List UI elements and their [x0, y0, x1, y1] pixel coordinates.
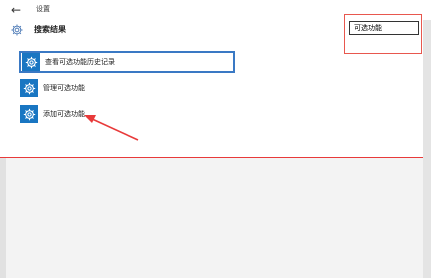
result-item-label: 查看可选功能历史记录 [45, 58, 115, 66]
annotation-arrow-icon [84, 115, 139, 141]
lower-content-area [0, 158, 431, 278]
gear-icon [22, 53, 40, 71]
window-title: 设置 [36, 5, 50, 13]
result-item-label: 管理可选功能 [43, 84, 85, 92]
back-button[interactable]: ← [8, 2, 24, 18]
gear-icon [20, 105, 38, 123]
title-bar: ← 设置 [0, 0, 431, 20]
page-title: 搜索结果 [34, 25, 66, 34]
settings-window: ← 设置 搜索结果 可选功能 查看可选功能历史记录 管理可选功能 添加可选功能 [0, 0, 431, 278]
window-right-border [423, 20, 431, 278]
result-item-label: 添加可选功能 [43, 110, 85, 118]
result-item-manage[interactable]: 管理可选功能 [19, 77, 139, 99]
search-input-value: 可选功能 [354, 24, 382, 32]
result-item-history[interactable]: 查看可选功能历史记录 [19, 51, 235, 73]
annotation-divider-line [0, 157, 431, 158]
gear-icon [10, 22, 24, 36]
left-edge-strip [0, 158, 6, 278]
search-input[interactable]: 可选功能 [349, 21, 419, 35]
back-arrow-icon: ← [10, 3, 22, 17]
gear-icon [20, 79, 38, 97]
